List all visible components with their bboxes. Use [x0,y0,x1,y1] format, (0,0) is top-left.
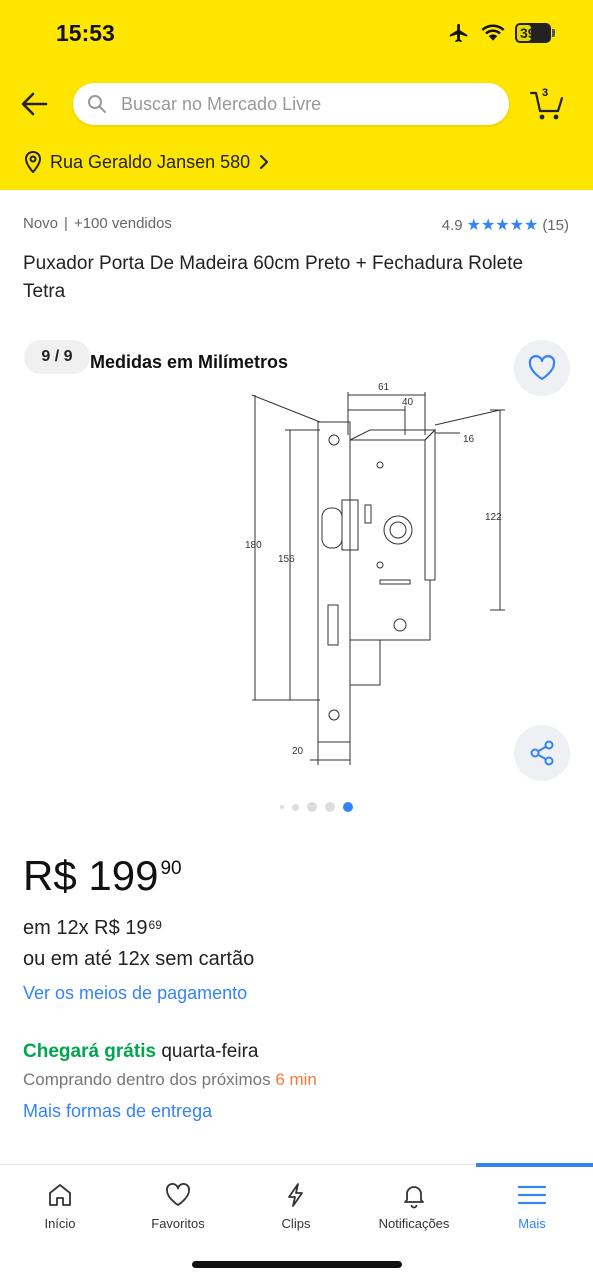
home-icon [49,1184,71,1206]
pagination-dot[interactable] [292,803,299,811]
review-count: (15) [542,216,569,234]
home-indicator [192,1261,402,1268]
wifi-icon [481,24,505,41]
price: R$ 199 90 [23,852,182,900]
dim-40: 40 [402,397,414,408]
product-meta: Novo | +100 vendidos [23,215,172,232]
search-input[interactable] [121,93,481,115]
dim-180: 180 [245,540,262,551]
rating-value: 4.9 [441,216,463,234]
address-selector[interactable]: Rua Geraldo Jansen 580 [24,151,270,173]
tab-label: Notificações [378,1216,450,1231]
delivery-options-link[interactable]: Mais formas de entrega [23,1101,212,1122]
dim-156: 156 [278,554,295,565]
gallery-caption: Medidas em Milímetros [90,352,288,372]
heart-icon [166,1183,190,1206]
purchase-deadline: Comprando dentro dos próximos 6 min [23,1070,317,1090]
tab-mais[interactable]: Mais [473,1181,591,1231]
cart-button[interactable]: 3 [528,86,566,122]
back-arrow-icon[interactable] [18,88,50,120]
product-image[interactable]: Medidas em Milímetros 61 40 16 122 180 1… [80,340,510,780]
heart-icon [528,355,556,381]
battery-level: 39 [520,25,536,41]
free-shipping-label: Chegará grátis [23,1041,157,1062]
tab-notificacoes[interactable]: Notificações [355,1181,473,1231]
rating-stars: ★★★★★ [466,217,539,234]
gallery-pagination [0,802,593,812]
search-bar[interactable] [73,83,509,125]
bell-icon [404,1186,424,1209]
address-label: Rua Geraldo Jansen 580 [50,151,251,172]
battery-icon: 39 [515,23,555,43]
price-currency: R$ [23,852,77,899]
tab-label: Clips [281,1216,311,1231]
pagination-dot-active[interactable] [343,802,353,812]
dim-20: 20 [292,746,304,757]
dim-122: 122 [485,512,502,523]
location-pin-icon [24,151,42,173]
status-time: 15:53 [56,20,115,46]
pagination-dot[interactable] [325,802,335,812]
purchase-deadline-minutes: 6 min [275,1070,317,1089]
tab-inicio[interactable]: Início [1,1181,119,1231]
chevron-right-icon [260,155,269,169]
search-icon [88,95,106,113]
tab-label: Início [44,1216,76,1231]
dim-61: 61 [378,382,390,393]
installments-text: em 12x R$ 19 [23,917,148,939]
active-tab-indicator [476,1163,593,1167]
condition-label: Novo [23,215,59,232]
share-icon [530,740,554,766]
pagination-dot[interactable] [307,802,317,812]
share-button[interactable] [514,725,570,781]
delivery-day: quarta-feira [161,1041,259,1062]
lightning-icon [288,1183,303,1207]
dim-16: 16 [463,434,475,445]
shipping-info: Chegará grátis quarta-feira [23,1041,259,1063]
airplane-icon [449,23,468,43]
sold-count: +100 vendidos [73,215,172,232]
tab-label: Favoritos [151,1216,205,1231]
price-cents: 90 [160,858,182,879]
installments-cents: 69 [148,918,162,932]
no-card-installments: ou em até 12x sem cartão [23,948,255,970]
pagination-dot[interactable] [280,805,284,809]
cart-count-badge: 3 [542,87,549,99]
tab-favoritos[interactable]: Favoritos [119,1181,237,1231]
product-title: Puxador Porta De Madeira 60cm Preto + Fe… [23,253,524,302]
tab-clips[interactable]: Clips [237,1181,355,1231]
header: 15:53 39 3 [0,0,593,190]
payment-methods-link[interactable]: Ver os meios de pagamento [23,983,247,1004]
menu-icon [517,1185,547,1205]
purchase-deadline-text: Comprando dentro dos próximos [23,1070,271,1089]
status-icons: 39 [447,22,555,44]
tab-label: Mais [518,1216,546,1231]
installments: em 12x R$ 19 69 [23,917,162,940]
rating-summary[interactable]: 4.9 ★★★★★ (15) [442,215,569,235]
favorite-button[interactable] [514,340,570,396]
price-integer: 199 [88,852,159,899]
